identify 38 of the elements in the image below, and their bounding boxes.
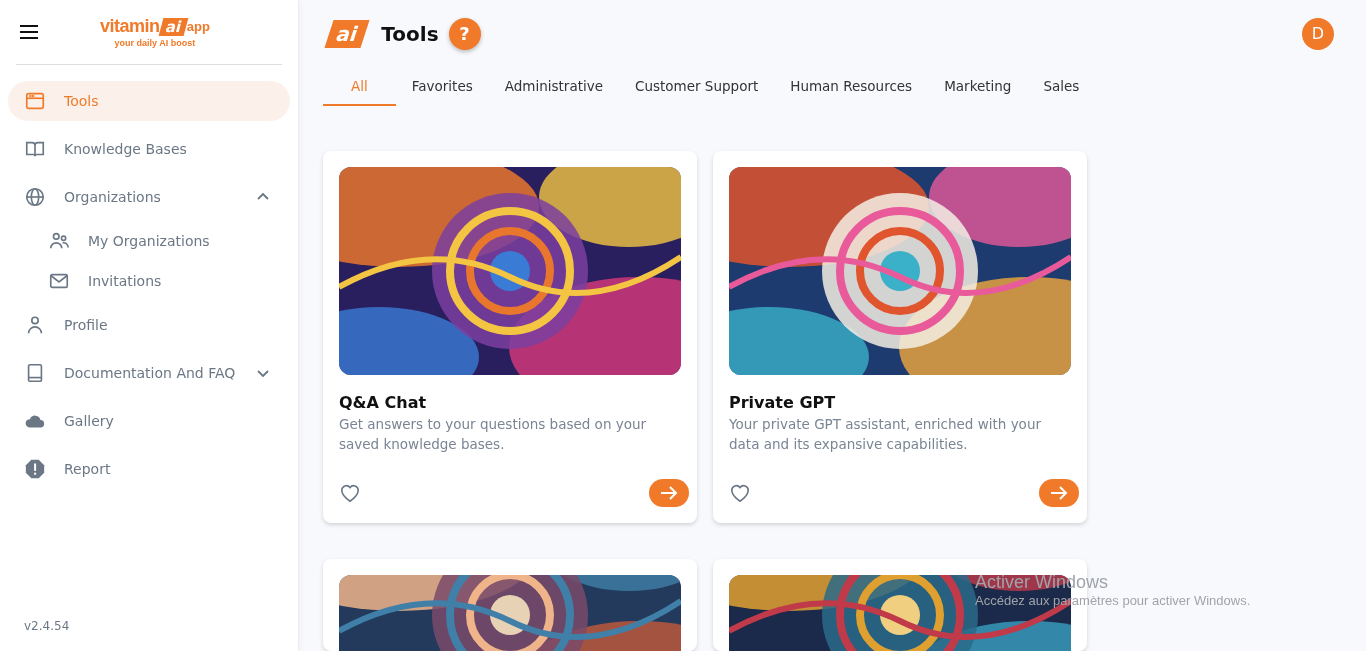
heart-icon	[729, 483, 751, 503]
sidebar-item[interactable]: Tools	[8, 81, 290, 121]
ai-logo-mark: ai	[324, 19, 370, 48]
sidebar-item[interactable]: My Organizations	[8, 225, 290, 257]
category-tab[interactable]: Customer Support	[619, 67, 775, 106]
sidebar-item[interactable]: Documentation And FAQ	[8, 353, 290, 393]
category-tab[interactable]: All	[323, 67, 396, 106]
globe-icon	[24, 186, 46, 208]
sidebar-item[interactable]: Invitations	[8, 265, 290, 297]
logo-suffix: app	[186, 19, 210, 34]
logo-text: vitamin	[100, 16, 160, 37]
help-button[interactable]: ?	[448, 17, 481, 50]
user-avatar[interactable]: D	[1302, 17, 1334, 50]
card-title: Private GPT	[729, 393, 837, 412]
category-tab[interactable]: Sales	[1027, 67, 1096, 106]
heart-icon	[339, 483, 361, 503]
alert-icon	[24, 458, 46, 480]
page-title: Tools	[381, 21, 439, 46]
menu-icon[interactable]	[20, 24, 40, 40]
sidebar-item[interactable]: Gallery	[8, 401, 290, 441]
category-tab[interactable]: Favorites	[395, 67, 489, 106]
logo-tagline: your daily AI boost	[114, 38, 196, 48]
card-description: Get answers to your questions based on your saved knowledge bases.	[339, 415, 648, 454]
category-tab[interactable]: Administrative	[488, 67, 619, 106]
sidebar-item[interactable]: Report	[8, 449, 290, 489]
arrow-right-icon	[1049, 485, 1069, 501]
open-tool-button[interactable]	[649, 479, 689, 507]
sidebar-item[interactable]: Profile	[8, 305, 290, 345]
card-description: Your private GPT assistant, enriched with your data and its expansive capabilities.	[729, 415, 1042, 454]
sidebar-item[interactable]: Organizations	[8, 177, 290, 217]
open-tool-button[interactable]	[1039, 479, 1079, 507]
version-label: v2.4.54	[24, 619, 71, 633]
browser-window-icon	[24, 90, 46, 112]
category-tab[interactable]: Human Resources	[774, 67, 929, 106]
category-tab[interactable]: Marketing	[928, 67, 1028, 106]
arrow-right-icon	[659, 485, 679, 501]
sidebar-item[interactable]: Knowledge Bases	[8, 129, 290, 169]
card-title: Q&A Chat	[339, 393, 428, 412]
